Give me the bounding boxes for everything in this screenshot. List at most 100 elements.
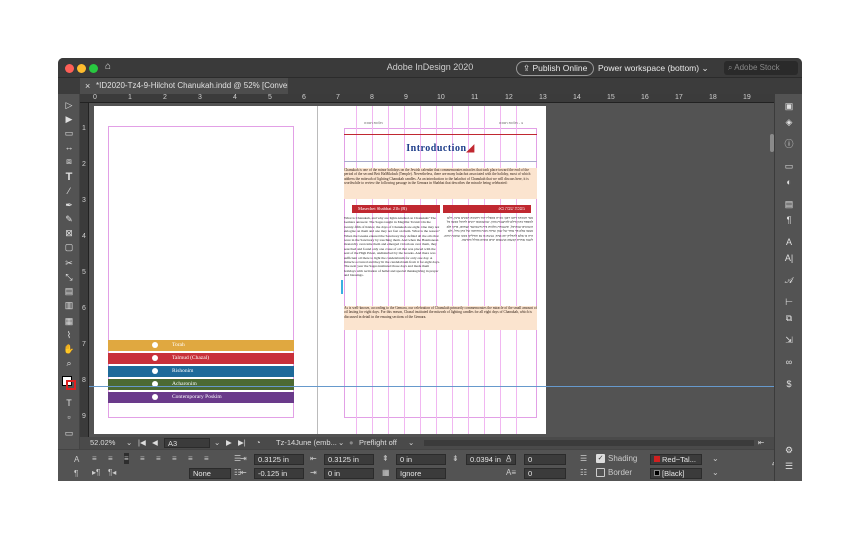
band-acharonim[interactable]: Acharonim: [108, 379, 294, 390]
hand-tool-icon[interactable]: ✋: [63, 344, 75, 354]
layers-icon[interactable]: ◈: [783, 116, 795, 128]
cc-libraries-icon[interactable]: ▣: [783, 100, 795, 112]
bulleted-list-icon[interactable]: ☰: [580, 453, 587, 464]
content-collector-icon[interactable]: ⧈: [63, 156, 75, 166]
hebrew-column[interactable]: מאי חנוכה? דתנו רבנן: בכ״ה בכסליו יומי ד…: [443, 216, 533, 276]
closing-paragraph[interactable]: As is well-known, according to the Gemar…: [344, 306, 537, 330]
right-indent-field[interactable]: 0.3125 in: [324, 454, 374, 465]
space-after-icon[interactable]: ⇟: [452, 453, 459, 464]
export-icon[interactable]: ⇲: [783, 334, 795, 346]
hyperlinks-icon[interactable]: ∞: [783, 356, 795, 368]
rectangle-tool-icon[interactable]: ▢: [63, 242, 75, 252]
document-canvas[interactable]: Torah Talmud (Chazal) Rishonim Acharonim…: [89, 103, 774, 437]
grid-align-icon[interactable]: ▦: [382, 467, 390, 478]
introduction-title[interactable]: Introduction◢: [343, 143, 538, 154]
character-styles-icon[interactable]: A: [783, 236, 795, 248]
first-line-indent-icon[interactable]: ⇤: [240, 467, 247, 478]
align-left-icon[interactable]: ≡: [92, 453, 97, 464]
style-label[interactable]: Tz-14June (emb...: [276, 437, 337, 449]
last-line-indent-field[interactable]: 0 in: [324, 468, 374, 479]
previous-page-icon[interactable]: ◀: [152, 437, 158, 449]
gradient-swatch-tool-icon[interactable]: ▤: [63, 286, 75, 296]
paragraph-styles-icon[interactable]: ¶: [783, 214, 795, 226]
open-page-icon[interactable]: ◔: [256, 437, 261, 449]
next-page-icon[interactable]: ▶: [226, 437, 232, 449]
last-page-icon[interactable]: ▶|: [238, 437, 246, 449]
rtl-direction-icon[interactable]: ▸¶: [92, 467, 100, 478]
horizontal-ruler[interactable]: 0 1 2 3 4 5 6 7 8 9 10 11 12 13 14 15 16…: [80, 94, 774, 103]
gradient-feather-tool-icon[interactable]: ▥: [63, 300, 75, 310]
last-line-indent-icon[interactable]: ⇥: [310, 467, 317, 478]
align-center-icon[interactable]: ≡: [108, 453, 113, 464]
justify-right-icon[interactable]: ≡: [172, 453, 177, 464]
swatches-icon[interactable]: ◐: [783, 176, 795, 188]
left-indent-field[interactable]: 0.3125 in: [254, 454, 304, 465]
first-page-icon[interactable]: |◀: [138, 437, 146, 449]
pathfinder-icon[interactable]: ⧉: [783, 312, 795, 324]
drop-cap-lines-field[interactable]: 0: [524, 454, 566, 465]
selection-tool-icon[interactable]: ▷: [63, 100, 75, 110]
running-header-right[interactable]: ב - הלכות חנוכה: [499, 121, 523, 125]
shading-dropdown-icon[interactable]: ⌄: [712, 453, 719, 464]
gradient-icon[interactable]: $: [783, 378, 795, 390]
drop-cap-lines-icon[interactable]: A̲: [506, 453, 511, 464]
border-checkbox[interactable]: [596, 468, 605, 477]
character-icon[interactable]: A|: [783, 252, 795, 264]
english-column[interactable]: What is Chanukah, and why are lights kin…: [344, 216, 440, 310]
style-dropdown-icon[interactable]: ⌄: [338, 437, 344, 449]
workspace-switcher[interactable]: Power workspace (bottom) ⌄: [598, 63, 709, 74]
drop-cap-chars-icon[interactable]: A≡: [506, 467, 516, 478]
scroll-left-icon[interactable]: ⇤: [758, 437, 764, 449]
zoom-level[interactable]: 52.02%: [90, 437, 115, 449]
fill-stroke-swatch[interactable]: [62, 376, 76, 390]
justify-center-icon[interactable]: ≡: [156, 453, 161, 464]
normal-view-icon[interactable]: ▫: [63, 412, 75, 422]
justify-left-icon[interactable]: ≡: [140, 453, 145, 464]
page-number-field[interactable]: A3: [164, 438, 210, 448]
shading-swatch-select[interactable]: Red~Tal...: [650, 454, 702, 465]
align-to-grid-select[interactable]: Ignore: [396, 468, 446, 479]
border-swatch-select[interactable]: [Black]: [650, 468, 702, 479]
line-tool-icon[interactable]: ⁄: [63, 186, 75, 196]
ltr-direction-icon[interactable]: ¶◂: [108, 467, 116, 478]
align-spine-icon[interactable]: ≡: [204, 453, 209, 464]
page-dropdown-icon[interactable]: ⌄: [214, 437, 220, 449]
subheading-hebrew[interactable]: מסכת שבת כא:: [443, 205, 531, 213]
shading-checkbox[interactable]: ✓: [596, 454, 605, 463]
paragraph-mode-icon[interactable]: ¶: [74, 468, 78, 479]
panel-menu-icon[interactable]: ☰: [783, 460, 795, 472]
page-tool-icon[interactable]: ▭: [63, 128, 75, 138]
vertical-ruler[interactable]: 1 2 3 4 5 6 7 8 9: [80, 103, 89, 437]
band-rishonim[interactable]: Rishonim: [108, 366, 294, 377]
zoom-dropdown-icon[interactable]: ⌄: [126, 437, 132, 449]
info-icon[interactable]: ⓘ: [783, 138, 795, 150]
stroke-swatch[interactable]: [66, 380, 76, 390]
space-before-icon[interactable]: ⇞: [382, 453, 389, 464]
right-indent-icon[interactable]: ⇤: [310, 453, 317, 464]
document-tab[interactable]: × *ID2020-Tz4-9-Hilchot Chanukah.indd @ …: [80, 78, 288, 94]
publish-online-button[interactable]: ⇪ Publish Online: [516, 61, 595, 76]
pen-tool-icon[interactable]: ✒: [63, 200, 75, 210]
band-poskim[interactable]: Contemporary Poskim: [108, 392, 294, 403]
adobe-stock-search[interactable]: ⌕ Adobe Stock: [724, 61, 798, 75]
gap-tool-icon[interactable]: ↔: [63, 142, 75, 152]
border-dropdown-icon[interactable]: ⌄: [712, 467, 719, 478]
type-tool-icon[interactable]: T: [63, 172, 75, 183]
eyedropper-tool-icon[interactable]: ⌇: [63, 330, 75, 340]
align-right-icon[interactable]: ≡: [124, 453, 129, 464]
formatting-affects-text-icon[interactable]: T: [63, 398, 75, 408]
space-before-field[interactable]: 0 in: [396, 454, 446, 465]
stroke-icon[interactable]: ▤: [783, 198, 795, 210]
note-tool-icon[interactable]: ▦: [63, 316, 75, 326]
preflight-label[interactable]: Preflight off: [359, 437, 397, 449]
preflight-dropdown-icon[interactable]: ⌄: [408, 437, 414, 449]
pencil-tool-icon[interactable]: ✎: [63, 214, 75, 224]
intro-paragraph[interactable]: Chanukah is one of the minor holidays on…: [344, 168, 537, 199]
justify-all-icon[interactable]: ≡: [188, 453, 193, 464]
paragraph-shading-select[interactable]: None: [189, 468, 231, 479]
pages-icon[interactable]: ▭: [783, 160, 795, 172]
running-header-left[interactable]: הלכות חנוכה: [364, 121, 383, 125]
close-tab-icon[interactable]: ×: [85, 78, 90, 94]
direct-selection-tool-icon[interactable]: ▶: [63, 114, 75, 124]
band-torah[interactable]: Torah: [108, 340, 294, 351]
